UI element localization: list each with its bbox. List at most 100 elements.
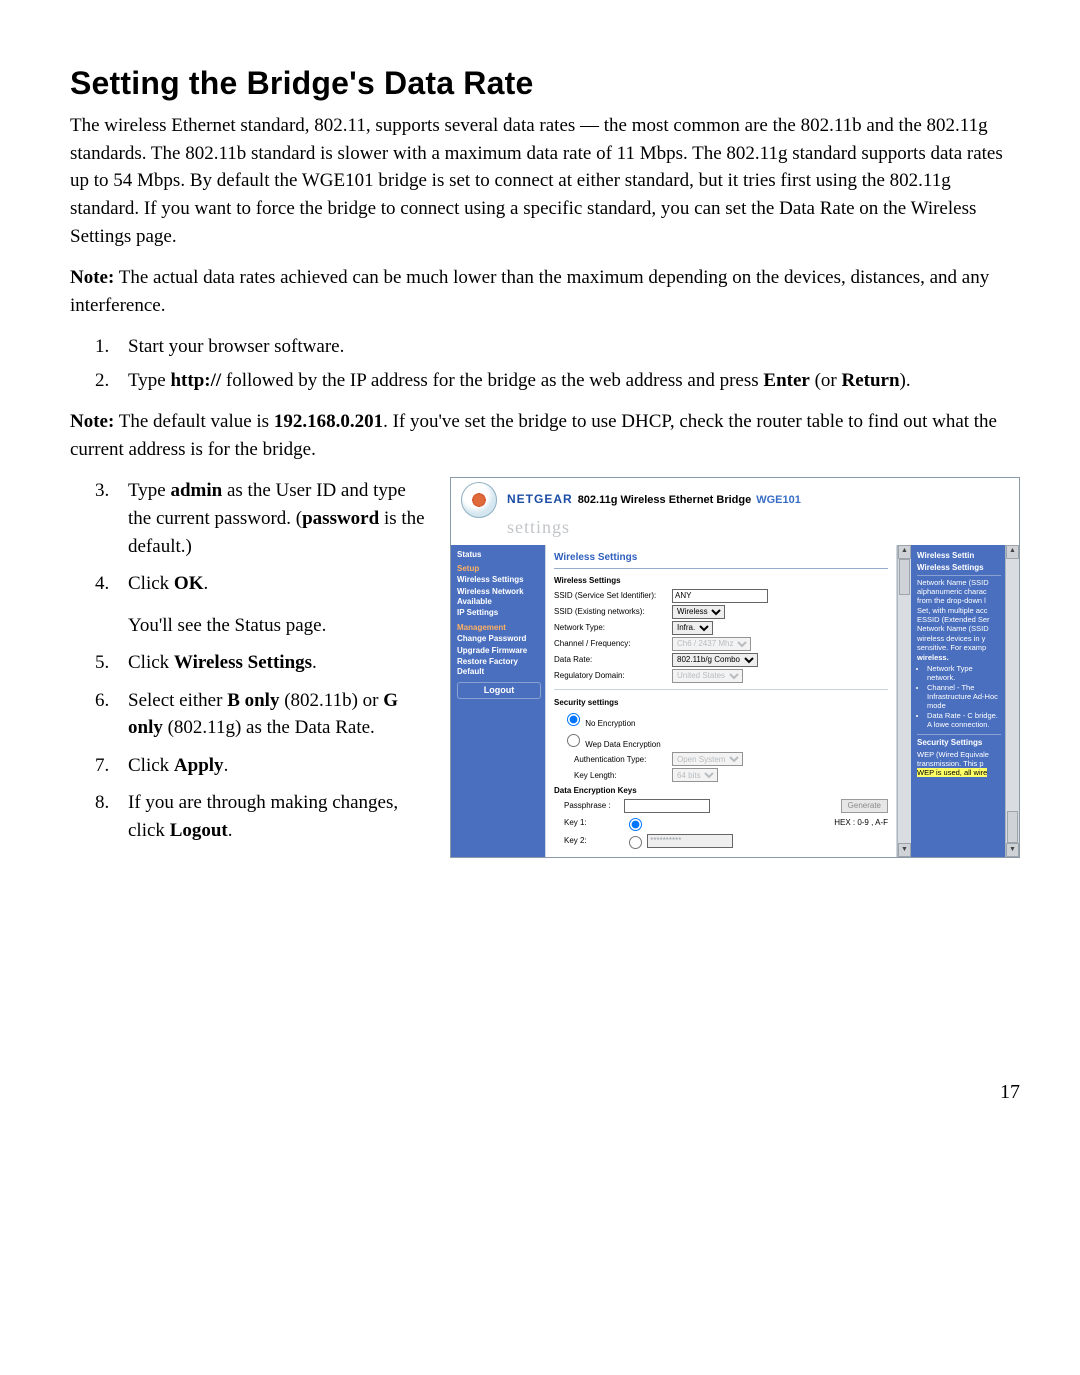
help-h1: Wireless Settin xyxy=(917,551,1001,561)
step-7: Click Apply. xyxy=(114,752,430,780)
nav-wireless-settings[interactable]: Wireless Settings xyxy=(457,575,541,585)
keylen-label: Key Length: xyxy=(574,770,672,782)
step-2-f: Return xyxy=(841,370,899,391)
help-scroll-down-icon[interactable]: ▼ xyxy=(1006,843,1019,857)
net-type-label: Network Type: xyxy=(554,622,672,634)
pass-label: Passphrase : xyxy=(554,800,624,812)
nav-status[interactable]: Status xyxy=(457,550,541,560)
rate-label: Data Rate: xyxy=(554,654,672,666)
ssid-input[interactable] xyxy=(672,589,768,603)
ss-subheader: settings xyxy=(451,514,1019,544)
step-4: Click OK. xyxy=(114,570,430,598)
nav-setup-hdr: Setup xyxy=(457,564,541,574)
router-screenshot: NETGEAR 802.11g Wireless Ethernet Bridge… xyxy=(450,477,1020,858)
net-type-select[interactable]: Infra. xyxy=(672,621,713,635)
step-4-a: Click xyxy=(128,573,174,594)
step-7-c: . xyxy=(224,755,229,776)
steps-3-8: Type admin as the User ID and type the c… xyxy=(70,477,430,858)
scroll-up-icon[interactable]: ▲ xyxy=(898,545,911,559)
no-encryption-radio[interactable] xyxy=(567,713,580,726)
step-5-b: Wireless Settings xyxy=(174,652,312,673)
ssid-label: SSID (Service Set Identifier): xyxy=(554,590,672,602)
help-p1b: wireless. xyxy=(917,653,949,662)
security-heading: Security settings xyxy=(554,697,888,709)
step-6-e: (802.11g) as the Data Rate. xyxy=(163,717,375,738)
generate-button: Generate xyxy=(841,799,888,813)
steps-1-2: Start your browser software. Type http:/… xyxy=(70,333,1020,394)
nav-ip-settings[interactable]: IP Settings xyxy=(457,608,541,618)
hex-hint: HEX : 0-9 , A-F xyxy=(834,817,888,829)
scroll-down-icon[interactable]: ▼ xyxy=(898,843,911,857)
key1-radio[interactable] xyxy=(629,818,642,831)
page-number: 17 xyxy=(70,1078,1020,1107)
key2-input xyxy=(647,834,733,848)
key2-radio[interactable] xyxy=(629,836,642,849)
step-6-c: (802.11b) or xyxy=(279,690,383,711)
nav-change-password[interactable]: Change Password xyxy=(457,634,541,644)
key1-label: Key 1: xyxy=(554,817,624,829)
step-5: Click Wireless Settings. xyxy=(114,649,430,677)
step-2-b: http:// xyxy=(170,370,221,391)
help-p2c: WEP is used, all wire xyxy=(917,768,987,777)
ss-main-subheading: Wireless Settings xyxy=(554,575,888,587)
help-scroll-thumb[interactable] xyxy=(1007,811,1018,843)
chan-select: Ch6 / 2437 Mhz xyxy=(672,637,751,651)
note-2: Note: The default value is 192.168.0.201… xyxy=(70,408,1020,463)
step-3-a: Type xyxy=(128,480,170,501)
step-5-c: . xyxy=(312,652,317,673)
chan-label: Channel / Frequency: xyxy=(554,638,672,650)
step-8: If you are through making changes, click… xyxy=(114,789,430,844)
step-2-d: Enter xyxy=(763,370,809,391)
help-p2a: WEP (Wired Equivale xyxy=(917,750,1001,759)
rate-select[interactable]: 802.11b/g Combo xyxy=(672,653,758,667)
step-6-a: Select either xyxy=(128,690,227,711)
netgear-logo-icon xyxy=(461,482,497,518)
key2-label: Key 2: xyxy=(554,835,624,847)
help-p2b: transmission. This p xyxy=(917,759,1001,768)
nav-mgmt-hdr: Management xyxy=(457,623,541,633)
step-1: Start your browser software. xyxy=(114,333,1020,361)
domain-label: Regulatory Domain: xyxy=(554,670,672,682)
ssid-exist-label: SSID (Existing networks): xyxy=(554,606,672,618)
domain-select: United States xyxy=(672,669,743,683)
nav-restore-factory[interactable]: Restore Factory Default xyxy=(457,657,541,678)
help-scrollbar[interactable]: ▲ ▼ xyxy=(1005,545,1019,857)
keylen-select: 64 bits xyxy=(672,768,718,782)
nav-wireless-network[interactable]: Wireless Network Available xyxy=(457,587,541,608)
intro-paragraph: The wireless Ethernet standard, 802.11, … xyxy=(70,112,1020,250)
note-1-text: The actual data rates achieved can be mu… xyxy=(70,267,989,316)
help-p1: Network Name (SSID alphanumeric charac f… xyxy=(917,578,1001,653)
help-scroll-up-icon[interactable]: ▲ xyxy=(1006,545,1019,559)
step-7-a: Click xyxy=(128,755,174,776)
wep-label: Wep Data Encryption xyxy=(585,740,660,749)
scroll-thumb[interactable] xyxy=(899,559,910,595)
nav-logout-button[interactable]: Logout xyxy=(457,682,541,700)
ss-main: Wireless Settings Wireless Settings SSID… xyxy=(545,545,897,857)
help-li3: Data Rate - C bridge. A lowe connection. xyxy=(927,711,1001,730)
ss-help-panel: Wireless Settin Wireless Settings Networ… xyxy=(911,545,1005,857)
note-2-label: Note: xyxy=(70,411,114,432)
note-1: Note: The actual data rates achieved can… xyxy=(70,264,1020,319)
main-scrollbar[interactable]: ▲ ▼ xyxy=(897,545,911,857)
ss-model: WGE101 xyxy=(756,494,801,506)
pass-input[interactable] xyxy=(624,799,710,813)
step-3: Type admin as the User ID and type the c… xyxy=(114,477,430,560)
step-3-b: admin xyxy=(170,480,222,501)
wep-radio[interactable] xyxy=(567,734,580,747)
auth-select: Open System xyxy=(672,752,743,766)
nav-upgrade-firmware[interactable]: Upgrade Firmware xyxy=(457,646,541,656)
help-h3: Security Settings xyxy=(917,734,1001,748)
step-2-a: Type xyxy=(128,370,170,391)
note-1-label: Note: xyxy=(70,267,114,288)
ssid-exist-select[interactable]: Wireless xyxy=(672,605,725,619)
page-title: Setting the Bridge's Data Rate xyxy=(70,60,1020,106)
step-4-sub: You'll see the Status page. xyxy=(128,612,430,640)
step-8-c: . xyxy=(228,820,233,841)
help-h2: Wireless Settings xyxy=(917,563,1001,576)
step-2: Type http:// followed by the IP address … xyxy=(114,367,1020,395)
auth-label: Authentication Type: xyxy=(574,754,672,766)
ss-nav: Status Setup Wireless Settings Wireless … xyxy=(451,545,545,857)
step-2-e: (or xyxy=(810,370,842,391)
note-2-a: The default value is xyxy=(114,411,274,432)
help-li1: Network Type network. xyxy=(927,664,1001,683)
